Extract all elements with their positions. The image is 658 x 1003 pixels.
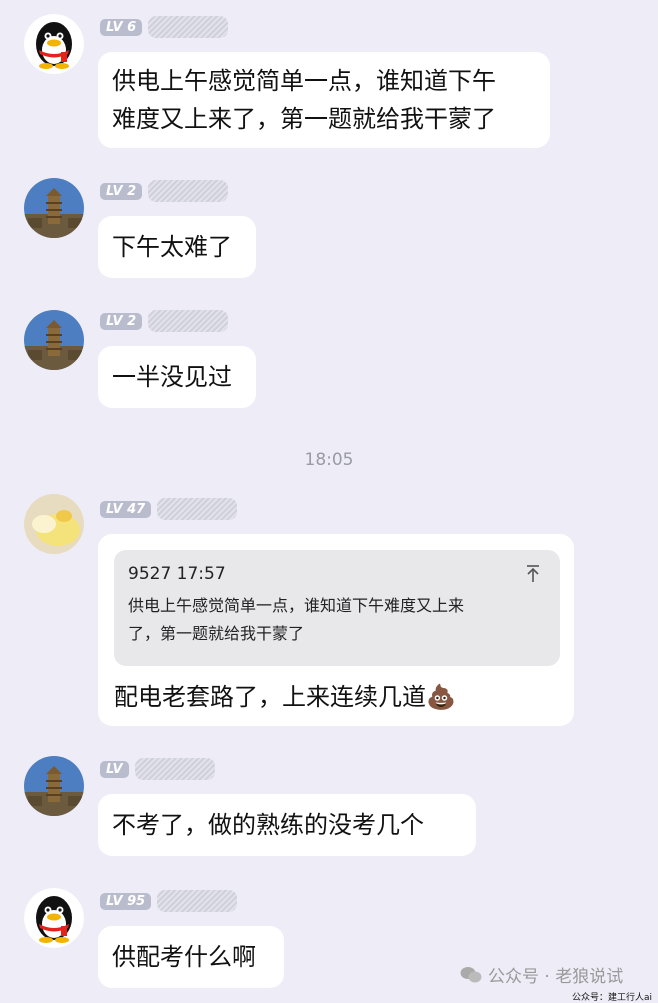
penguin-avatar[interactable] [24, 14, 84, 74]
level-badge: LV 2 [100, 312, 143, 330]
blurred-name [157, 498, 238, 520]
sender-meta: LV 6 [100, 16, 229, 38]
level-badge: LV 2 [100, 182, 143, 200]
chat-bubble[interactable]: 下午太难了 [98, 216, 256, 278]
quote-text: 供电上午感觉简单一点，谁知道下午难度又上来 了，第一题就给我干蒙了 [128, 596, 465, 643]
sender-meta: LV 2 [100, 180, 229, 202]
penguin-avatar[interactable] [24, 888, 84, 948]
bubble-text: 不考了，做的熟练的没考几个 [112, 811, 424, 839]
level-badge: LV 47 [100, 500, 152, 518]
chat-bubble[interactable]: 一半没见过 [98, 346, 256, 408]
chat-timestamp: 18:05 [304, 450, 354, 470]
sender-meta: LV 2 [100, 310, 229, 332]
blurred-name [134, 758, 215, 780]
sender-meta: LV 95 [100, 890, 238, 912]
blurred-name [157, 890, 238, 912]
watermark-text: 公众号 · 老狼说试 [488, 967, 624, 987]
quoted-message[interactable]: 9527 17:57 供电上午感觉简单一点，谁知道下午难度又上来 了，第一题就给… [114, 550, 560, 666]
bubble-text: 下午太难了 [112, 233, 232, 261]
blurred-name [148, 16, 229, 38]
blurred-name [148, 180, 229, 202]
wechat-watermark: 公众号 · 老狼说试 [460, 962, 623, 987]
pagoda-avatar[interactable] [24, 756, 84, 816]
duck-avatar[interactable] [24, 494, 84, 554]
sender-meta: LV 47 [100, 498, 238, 520]
pagoda-avatar[interactable] [24, 310, 84, 370]
bubble-text: 配电老套路了，上来连续几道💩 [114, 683, 456, 711]
level-badge: LV 95 [100, 892, 152, 910]
chat-bubble[interactable]: 不考了，做的熟练的没考几个 [98, 794, 476, 856]
chat-bubble[interactable]: 供电上午感觉简单一点，谁知道下午 难度又上来了，第一题就给我干蒙了 [98, 52, 550, 148]
credit-text: 公众号：建工行人ai [571, 993, 652, 1003]
wechat-icon [460, 966, 482, 982]
level-badge: LV [100, 760, 129, 778]
jump-up-icon[interactable] [524, 564, 542, 584]
sender-meta: LV [100, 758, 215, 780]
bubble-text: 难度又上来了，第一题就给我干蒙了 [112, 105, 496, 133]
quote-header: 9527 17:57 [128, 564, 546, 590]
pagoda-avatar[interactable] [24, 178, 84, 238]
bubble-text: 供配考什么啊 [112, 943, 256, 971]
level-badge: LV 6 [100, 18, 143, 36]
bubble-text: 一半没见过 [112, 363, 232, 391]
bubble-text: 供电上午感觉简单一点，谁知道下午 [112, 67, 496, 95]
blurred-name [148, 310, 229, 332]
chat-bubble[interactable]: 供配考什么啊 [98, 926, 284, 988]
